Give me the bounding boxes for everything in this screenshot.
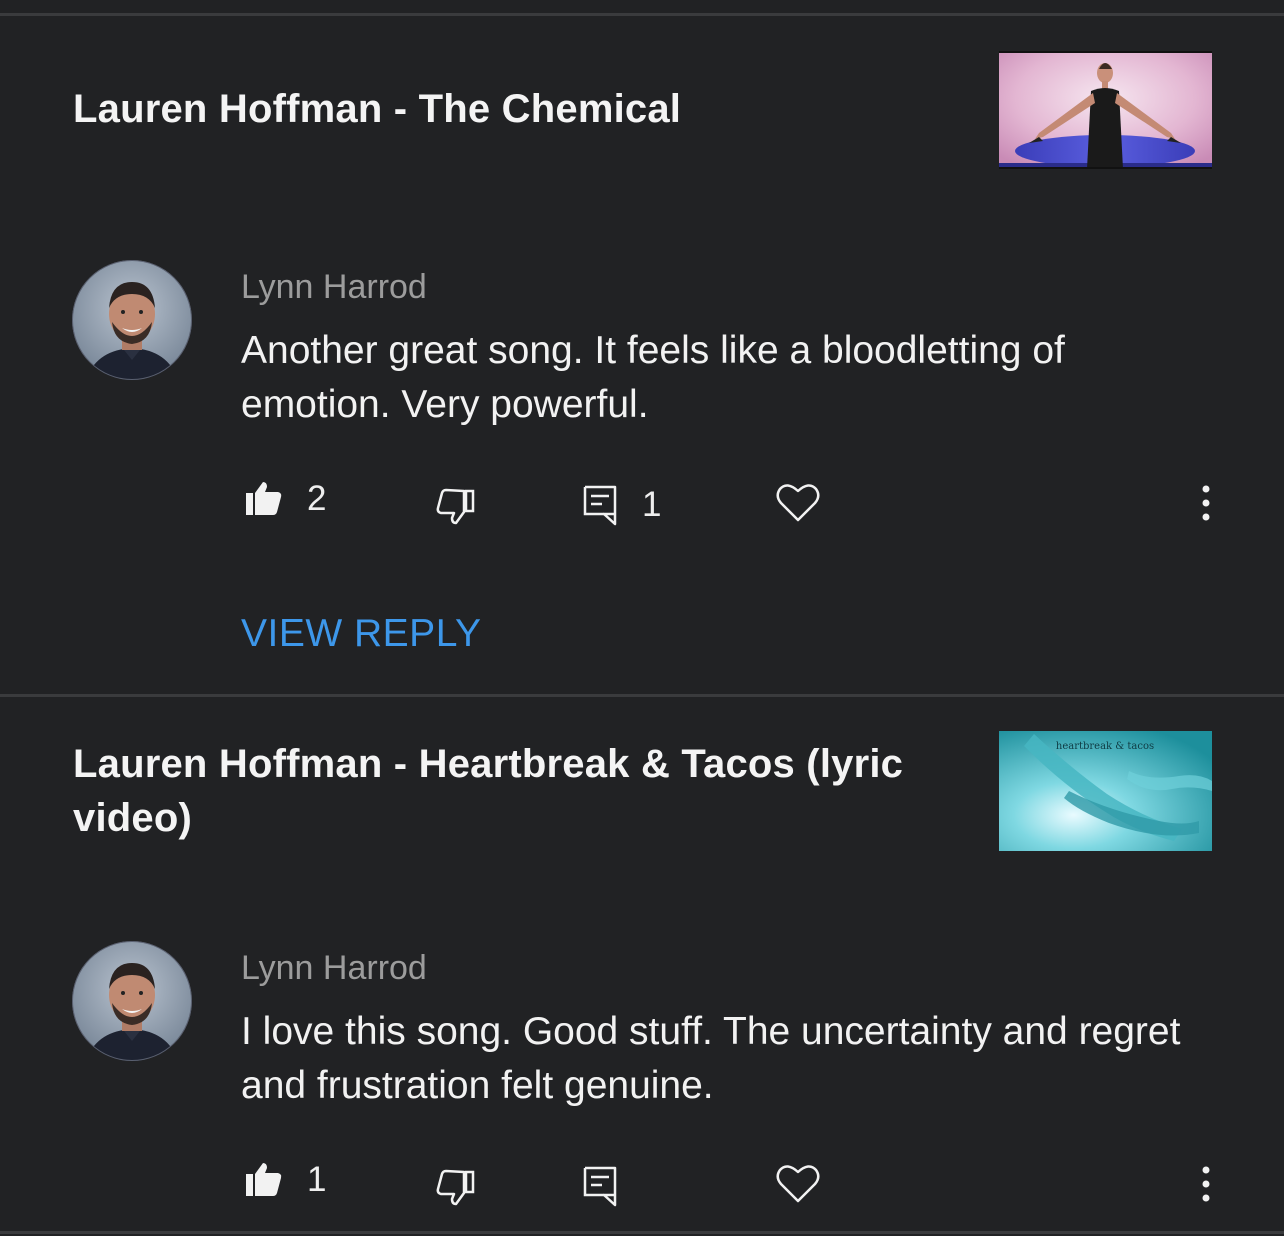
top-divider	[0, 13, 1284, 16]
section-divider	[0, 694, 1284, 697]
video-title[interactable]: Lauren Hoffman - Heartbreak & Tacos (lyr…	[73, 737, 973, 845]
heart-outline-icon	[776, 484, 820, 522]
comment-reply-icon	[583, 1166, 617, 1207]
dislike-button[interactable]	[436, 486, 476, 526]
comment-text: Another great song. It feels like a bloo…	[241, 329, 1065, 426]
like-count: 1	[307, 1160, 327, 1199]
comments-page: Lauren Hoffman - The Chemical Lynn Harro…	[0, 0, 1284, 1236]
bottom-divider	[0, 1231, 1284, 1234]
more-options-button[interactable]	[1199, 485, 1213, 521]
more-options-button[interactable]	[1199, 1166, 1213, 1202]
comment-author[interactable]: Lynn Harrod	[241, 267, 427, 307]
view-reply-link[interactable]: VIEW REPLY	[241, 612, 482, 656]
comment-text: I love this song. Good stuff. The uncert…	[241, 1010, 1181, 1107]
like-button[interactable]: 2	[243, 479, 326, 519]
avatar[interactable]	[72, 260, 192, 380]
video-title[interactable]: Lauren Hoffman - The Chemical	[73, 82, 681, 136]
comment-author[interactable]: Lynn Harrod	[241, 948, 427, 988]
thumbs-up-filled-icon	[246, 482, 282, 515]
video-thumbnail[interactable]	[999, 51, 1212, 169]
vertical-ellipsis-icon	[1202, 1166, 1210, 1202]
heart-outline-icon	[776, 1165, 820, 1203]
thumbnail-caption: heartbreak & tacos	[1056, 741, 1154, 752]
heart-button[interactable]	[776, 481, 820, 523]
like-button[interactable]: 1	[243, 1160, 326, 1200]
vertical-ellipsis-icon	[1202, 485, 1210, 521]
thumbs-down-outline-icon	[436, 1169, 475, 1206]
avatar[interactable]	[72, 941, 192, 1061]
like-count: 2	[307, 479, 327, 518]
comment-reply-icon	[583, 485, 617, 526]
reply-count: 1	[642, 485, 662, 524]
heart-button[interactable]	[776, 1162, 820, 1204]
thumbs-down-outline-icon	[436, 488, 475, 525]
reply-button[interactable]	[582, 1165, 618, 1207]
video-thumbnail[interactable]: heartbreak & tacos	[999, 731, 1212, 851]
thumbs-up-filled-icon	[246, 1163, 282, 1196]
reply-button[interactable]: 1	[582, 484, 661, 526]
dislike-button[interactable]	[436, 1167, 476, 1207]
